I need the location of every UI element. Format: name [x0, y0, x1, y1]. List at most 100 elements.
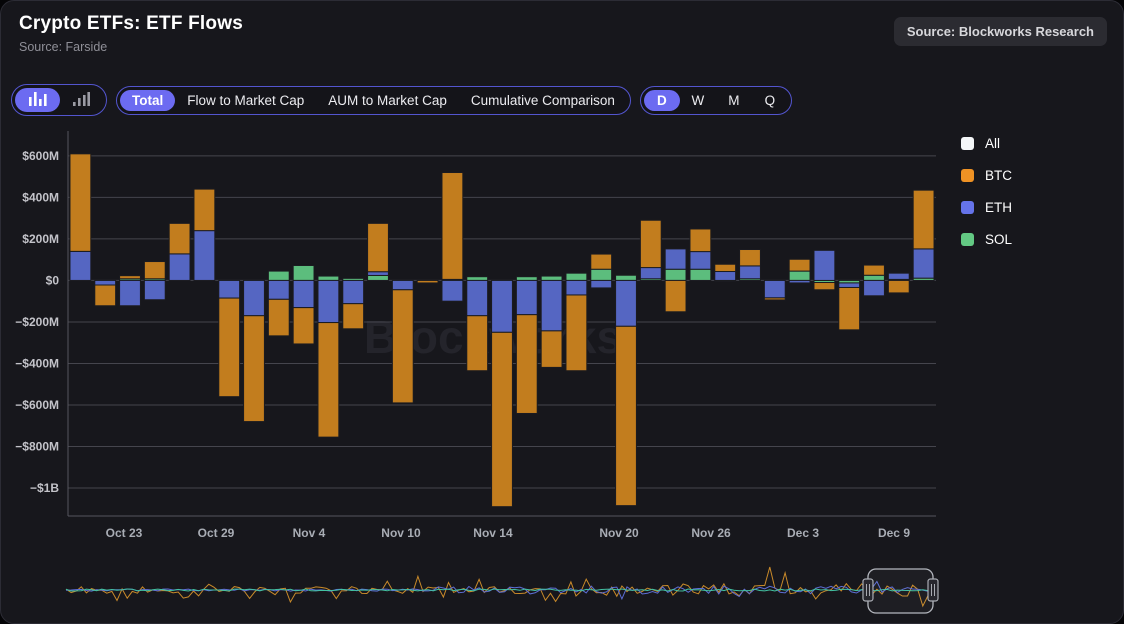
bar-segment-eth-dec-2[interactable]: [789, 280, 810, 282]
bar-segment-btc-nov-1[interactable]: [293, 308, 314, 344]
bar-segment-btc-nov-14[interactable]: [516, 315, 537, 414]
bar-segment-btc-nov-15[interactable]: [541, 331, 562, 368]
svg-text:Oct 29: Oct 29: [198, 526, 235, 540]
bar-segment-btc-oct-25[interactable]: [169, 223, 190, 254]
bar-segment-btc-nov-5[interactable]: [343, 304, 364, 329]
bar-segment-btc-nov-18[interactable]: [566, 295, 587, 371]
bar-segment-eth-oct-25[interactable]: [169, 254, 190, 281]
bar-segment-eth-nov-6[interactable]: [368, 272, 389, 276]
bar-segment-eth-oct-30[interactable]: [244, 280, 265, 315]
bar-segment-sol-nov-1[interactable]: [293, 265, 314, 280]
bar-segment-eth-oct-31[interactable]: [268, 280, 289, 299]
navigator: [66, 567, 938, 613]
bar-segment-eth-nov-1[interactable]: [293, 280, 314, 307]
bar-segment-btc-nov-20[interactable]: [616, 326, 637, 505]
bar-segment-btc-dec-5[interactable]: [864, 265, 885, 275]
bar-segment-eth-oct-21[interactable]: [70, 251, 91, 280]
bar-segment-btc-nov-19[interactable]: [591, 254, 612, 269]
bar-segment-btc-nov-11[interactable]: [442, 173, 463, 280]
bar-segment-eth-oct-24[interactable]: [144, 280, 165, 299]
bar-segment-btc-oct-29[interactable]: [219, 298, 240, 397]
bar-segment-eth-dec-4[interactable]: [839, 283, 860, 288]
svg-text:−$1B: −$1B: [30, 481, 59, 495]
bar-segment-btc-oct-28[interactable]: [194, 189, 215, 231]
bar-segment-btc-dec-3[interactable]: [814, 283, 835, 290]
bar-segment-sol-nov-12[interactable]: [467, 277, 488, 281]
bar-segment-eth-nov-29[interactable]: [764, 280, 785, 297]
bar-segment-eth-oct-23[interactable]: [120, 280, 141, 305]
bar-segment-btc-nov-22[interactable]: [665, 280, 686, 311]
bar-segment-sol-nov-19[interactable]: [591, 269, 612, 280]
bar-segment-sol-nov-20[interactable]: [616, 275, 637, 280]
bar-segment-eth-nov-26[interactable]: [715, 272, 736, 281]
bar-segment-sol-nov-4[interactable]: [318, 276, 339, 280]
navigator-handle-right[interactable]: [928, 579, 938, 601]
etf-flows-card: Crypto ETFs: ETF Flows Source: Farside S…: [0, 0, 1124, 624]
navigator-handle-left[interactable]: [863, 579, 873, 601]
bar-segment-eth-nov-12[interactable]: [467, 280, 488, 315]
bar-segment-btc-nov-13[interactable]: [492, 332, 513, 506]
bar-segment-btc-dec-2[interactable]: [789, 259, 810, 271]
bar-segment-sol-nov-6[interactable]: [368, 275, 389, 280]
bar-segment-btc-dec-4[interactable]: [839, 287, 860, 329]
bar-segment-sol-dec-5[interactable]: [864, 275, 885, 280]
bar-segment-btc-nov-29[interactable]: [764, 298, 785, 300]
svg-text:−$400M: −$400M: [15, 356, 59, 370]
svg-text:Nov 4: Nov 4: [293, 526, 326, 540]
bar-segment-btc-oct-24[interactable]: [144, 262, 165, 279]
bar-segment-sol-nov-25[interactable]: [690, 269, 711, 280]
bar-segment-btc-oct-21[interactable]: [70, 154, 91, 252]
bar-segment-sol-nov-18[interactable]: [566, 273, 587, 280]
bar-segment-btc-nov-27[interactable]: [740, 250, 761, 266]
svg-text:$200M: $200M: [22, 232, 59, 246]
svg-text:Oct 23: Oct 23: [106, 526, 143, 540]
bar-segment-eth-nov-18[interactable]: [566, 280, 587, 295]
bar-segment-btc-nov-12[interactable]: [467, 316, 488, 371]
bar-segment-btc-oct-30[interactable]: [244, 316, 265, 422]
bar-segment-btc-nov-26[interactable]: [715, 264, 736, 271]
svg-text:Nov 10: Nov 10: [381, 526, 421, 540]
bar-segment-eth-dec-6[interactable]: [888, 273, 909, 279]
bar-segment-eth-nov-22[interactable]: [665, 249, 686, 269]
bar-segment-sol-dec-2[interactable]: [789, 271, 810, 280]
bar-segment-btc-nov-21[interactable]: [640, 220, 661, 267]
bar-segment-sol-nov-14[interactable]: [516, 277, 537, 281]
bar-segment-btc-nov-6[interactable]: [368, 223, 389, 271]
bar-segment-eth-oct-22[interactable]: [95, 280, 116, 285]
bar-segment-btc-oct-22[interactable]: [95, 285, 116, 306]
bar-segment-eth-nov-14[interactable]: [516, 280, 537, 314]
bar-segment-eth-oct-29[interactable]: [219, 280, 240, 298]
bar-segment-eth-nov-15[interactable]: [541, 280, 562, 330]
bar-segment-btc-dec-6[interactable]: [888, 280, 909, 292]
bar-segment-eth-nov-7[interactable]: [392, 280, 413, 289]
y-axis-labels: $600M$400M$200M$0−$200M−$400M−$600M−$800…: [15, 149, 59, 495]
bar-segment-eth-nov-25[interactable]: [690, 252, 711, 270]
bar-segment-sol-nov-22[interactable]: [665, 269, 686, 280]
bar-segment-eth-nov-5[interactable]: [343, 280, 364, 303]
x-axis-labels: Oct 23Oct 29Nov 4Nov 10Nov 14Nov 20Nov 2…: [106, 526, 911, 540]
bar-segment-eth-nov-19[interactable]: [591, 280, 612, 287]
bar-segment-btc-oct-23[interactable]: [120, 276, 141, 279]
bar-segment-eth-nov-13[interactable]: [492, 280, 513, 332]
bar-segment-eth-nov-27[interactable]: [740, 266, 761, 279]
bar-segment-eth-nov-11[interactable]: [442, 280, 463, 301]
bar-segment-btc-nov-7[interactable]: [392, 290, 413, 403]
bar-segment-eth-dec-9[interactable]: [913, 249, 934, 278]
bar-segment-eth-nov-20[interactable]: [616, 280, 637, 326]
bar-segment-sol-nov-15[interactable]: [541, 276, 562, 280]
bar-segment-eth-dec-5[interactable]: [864, 280, 885, 295]
bars: [70, 154, 934, 507]
bar-segment-btc-nov-25[interactable]: [690, 229, 711, 252]
bar-segment-btc-nov-8[interactable]: [417, 280, 438, 282]
bar-segment-btc-nov-4[interactable]: [318, 323, 339, 438]
svg-text:Nov 26: Nov 26: [691, 526, 731, 540]
bar-segment-eth-nov-21[interactable]: [640, 268, 661, 279]
bar-segment-sol-oct-31[interactable]: [268, 271, 289, 280]
bar-segment-btc-dec-9[interactable]: [913, 190, 934, 249]
bar-segment-btc-oct-31[interactable]: [268, 299, 289, 336]
bar-segment-eth-oct-28[interactable]: [194, 231, 215, 281]
bar-segment-eth-dec-3[interactable]: [814, 250, 835, 280]
navigator-window[interactable]: [868, 569, 933, 613]
svg-text:−$200M: −$200M: [15, 315, 59, 329]
bar-segment-eth-nov-4[interactable]: [318, 280, 339, 322]
